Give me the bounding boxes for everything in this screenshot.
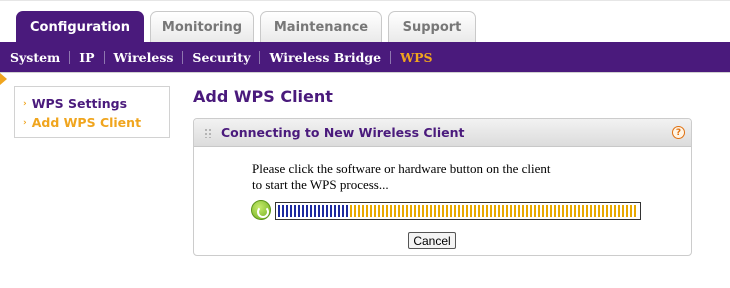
subnav-item-ip[interactable]: IP [75,50,98,65]
subnav-item-system[interactable]: System [6,50,64,65]
arrow-marker-icon [0,73,7,85]
subnav-separator [103,50,105,64]
wps-connect-panel: Connecting to New Wireless Client ? Plea… [193,118,692,256]
progress-fill [278,205,350,217]
subnav-separator [182,50,184,64]
chevron-right-icon: › [23,117,27,128]
sidebar-item-label: Add WPS Client [31,115,142,130]
wps-icon [251,200,271,220]
sidebar-item-label: WPS Settings [31,96,128,111]
tab-configuration[interactable]: Configuration [16,11,144,43]
progress-track [278,205,638,217]
top-tab-bar: Configuration Monitoring Maintenance Sup… [0,0,730,43]
cancel-button[interactable]: Cancel [408,232,456,249]
sidebar: › WPS Settings › Add WPS Client [14,86,170,138]
subnav-separator [259,50,261,64]
sidebar-item-wps-settings[interactable]: › WPS Settings [23,96,127,111]
subnav-item-wireless[interactable]: Wireless [110,50,178,65]
sidebar-item-add-wps-client[interactable]: › Add WPS Client [23,115,141,130]
tab-support[interactable]: Support [388,11,476,43]
chevron-right-icon: › [23,98,27,109]
tab-monitoring[interactable]: Monitoring [150,11,254,43]
panel-header: Connecting to New Wireless Client ? [194,119,691,147]
tab-maintenance[interactable]: Maintenance [260,11,382,43]
subnav-item-security[interactable]: Security [188,50,254,65]
sub-navigation-bar: System IP Wireless Security Wireless Bri… [0,42,730,72]
help-icon[interactable]: ? [672,126,685,139]
subnav-separator [69,50,71,64]
page-title: Add WPS Client [193,87,333,106]
instruction-line-1: Please click the software or hardware bu… [252,161,551,176]
grip-icon [204,128,212,138]
divider [0,72,730,73]
subnav-item-wps[interactable]: WPS [396,50,436,65]
instruction-text: Please click the software or hardware bu… [252,161,632,193]
wps-progress-bar [275,202,641,220]
subnav-item-wireless-bridge[interactable]: Wireless Bridge [265,50,385,65]
instruction-line-2: to start the WPS process... [252,177,389,192]
panel-title: Connecting to New Wireless Client [221,125,465,140]
subnav-separator [390,50,392,64]
